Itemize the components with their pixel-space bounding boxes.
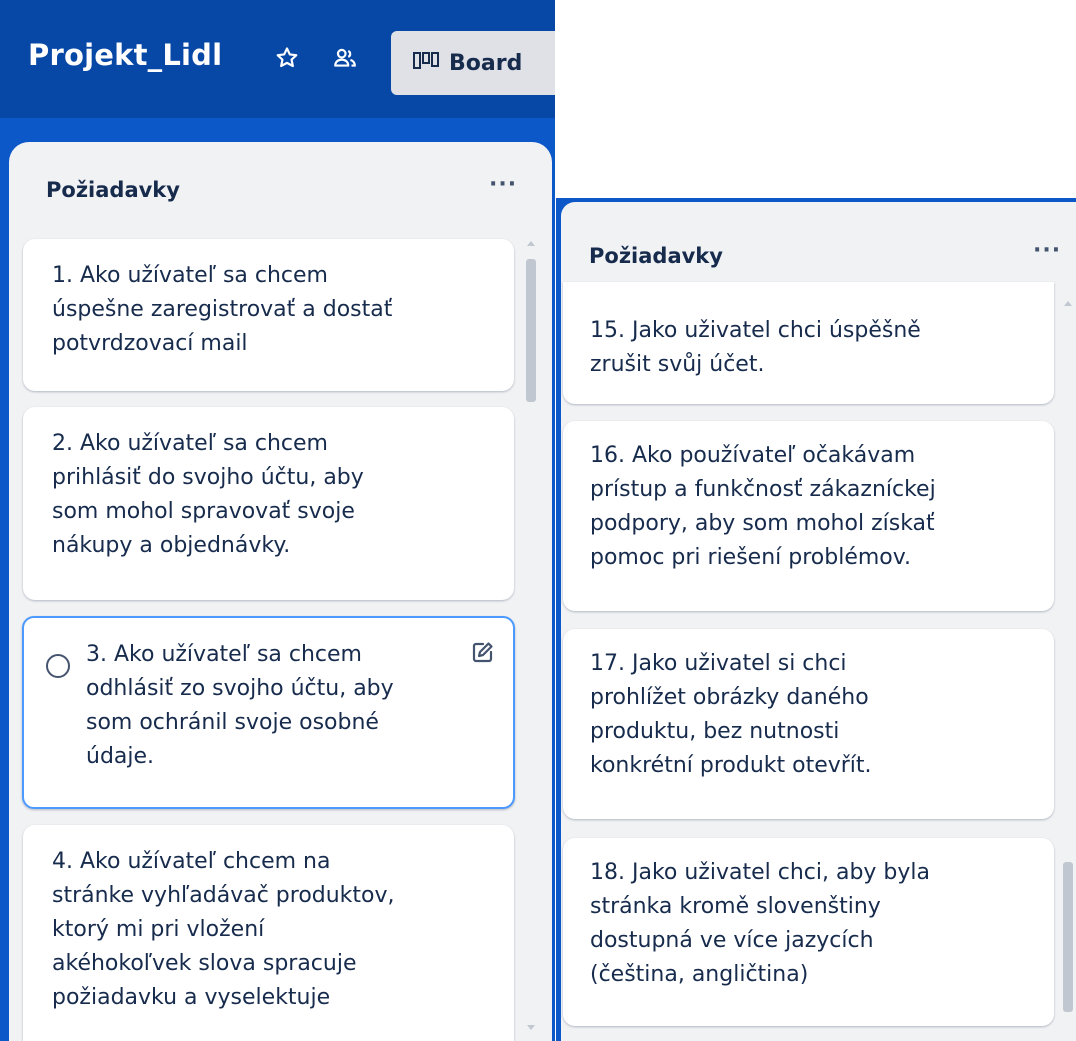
list-title[interactable]: Požiadavky [589,244,723,268]
card-text-line: som ochránil svoje osobné [86,710,379,735]
card-18[interactable]: 18. Jako uživatel chci, aby byla stránka… [563,838,1054,1026]
card-text-line: 17. Jako uživatel si chci [590,651,847,676]
card-text-line: 1. Ako užívateľ sa chcem [52,263,328,288]
scroll-up-arrow-icon[interactable] [1064,301,1072,306]
card-text-line: produktu, bez nutnosti [590,719,840,744]
card-15[interactable]: 15. Jako uživatel chci úspěšně zrušit sv… [563,282,1054,404]
list-poziadavky: Požiadavky ··· 15. Jako uživatel chci ús… [561,202,1076,1041]
card-text-line: 3. Ako užívateľ sa chcem [86,642,362,667]
members-icon[interactable] [332,45,358,71]
board-header: Projekt_Lidl Board [0,0,555,118]
scroll-thumb[interactable] [526,259,536,402]
card-text-line: odhlásiť zo svojho účtu, aby [86,676,394,701]
card-text-line: požiadavku a vyselektuje [52,985,331,1010]
scroll-down-arrow-icon[interactable] [527,1025,535,1030]
card-text-line: dostupná ve více jazycích [590,928,874,953]
list-scrollbar[interactable] [523,237,539,1037]
card-1[interactable]: 1. Ako užívateľ sa chcem úspešne zaregis… [23,239,514,391]
board-title[interactable]: Projekt_Lidl [28,38,222,72]
board-panel-left: Projekt_Lidl Board Požiadavky ··· 1. Ako… [0,0,555,1041]
card-text-line: ktorý mi pri vložení [52,917,265,942]
board-panel-right: Požiadavky ··· 15. Jako uživatel chci ús… [556,198,1076,1041]
list-poziadavky: Požiadavky ··· 1. Ako užívateľ sa chcem … [9,142,552,1041]
card-text-line: pomoc pri riešení problémov. [590,545,912,570]
card-text-line: údaje. [86,744,155,769]
card-text-line: úspešne zaregistrovať a dostať [52,297,393,322]
card-text-line: akéhokoľvek slova spracuje [52,951,357,976]
card-17[interactable]: 17. Jako uživatel si chci prohlížet obrá… [563,629,1054,819]
card-text-line: stránka kromě slovenštiny [590,894,881,919]
card-4[interactable]: 4. Ako užívateľ chcem na stránke vyhľadá… [23,825,514,1041]
board-view-button[interactable]: Board [391,31,555,95]
list-scrollbar[interactable] [1061,297,1075,1037]
list-menu-button[interactable]: ··· [489,172,517,197]
card-text-line: nákupy a objednávky. [52,533,291,558]
card-text-line: prohlížet obrázky daného [590,685,869,710]
edit-pencil-icon[interactable] [471,640,495,664]
card-16[interactable]: 16. Ako používateľ očakávam prístup a fu… [563,421,1054,611]
scroll-up-arrow-icon[interactable] [527,241,535,246]
card-text-line: 2. Ako užívateľ sa chcem [52,431,328,456]
card-text-line: som mohol spravovať svoje [52,499,355,524]
card-text-line: 18. Jako uživatel chci, aby byla [590,860,931,885]
card-text-line: 4. Ako užívateľ chcem na [52,849,331,874]
card-text-line: prihlásiť do svojho účtu, aby [52,465,364,490]
scroll-thumb[interactable] [1063,862,1073,1012]
card-text-line: prístup a funkčnosť zákazníckej [590,477,936,502]
card-3-hovered[interactable]: 3. Ako užívateľ sa chcem odhlásiť zo svo… [22,616,515,809]
card-text-line: konkrétní produkt otevřít. [590,753,872,778]
card-text-line: potvrdzovací mail [52,331,248,356]
list-menu-button[interactable]: ··· [1033,238,1061,263]
complete-circle-icon[interactable] [46,654,70,678]
card-text-line: stránke vyhľadávač produktov, [52,883,395,908]
card-2[interactable]: 2. Ako užívateľ sa chcem prihlásiť do sv… [23,407,514,600]
card-text-line: 16. Ako používateľ očakávam [590,443,916,468]
card-text-line: zrušit svůj účet. [590,352,765,377]
board-view-label: Board [449,50,523,76]
board-view-icon [413,51,449,76]
list-title[interactable]: Požiadavky [46,178,180,202]
card-text-line: (čeština, angličtina) [590,962,809,987]
star-icon[interactable] [274,45,300,71]
card-text-line: 15. Jako uživatel chci úspěšně [590,318,921,343]
card-text-line: podpory, aby som mohol získať [590,511,935,536]
